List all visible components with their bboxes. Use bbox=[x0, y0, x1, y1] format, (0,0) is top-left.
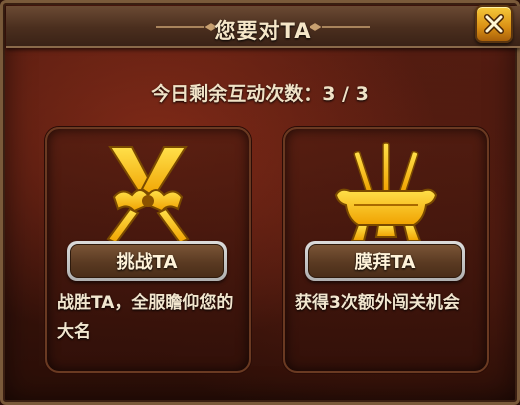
title-ornament-right bbox=[310, 23, 370, 31]
title-bar: 您要对TA bbox=[6, 6, 520, 48]
close-icon bbox=[484, 14, 504, 34]
challenge-button[interactable]: 挑战TA bbox=[67, 241, 227, 281]
remaining-count-text: 今日剩余互动次数：3 / 3 bbox=[151, 83, 369, 105]
challenge-button-label: 挑战TA bbox=[70, 244, 224, 278]
worship-button[interactable]: 膜拜TA bbox=[305, 241, 465, 281]
worship-button-label: 膜拜TA bbox=[308, 244, 462, 278]
crossed-swords-icon bbox=[106, 146, 190, 245]
incense-burner-icon bbox=[334, 142, 438, 242]
challenge-description: 战胜TA，全服瞻仰您的大名 bbox=[57, 293, 234, 342]
close-button[interactable] bbox=[475, 5, 513, 43]
interaction-dialog: 您要对TA 今日剩余互动次数：3 / 3 挑战TA 战胜TA，全服瞻仰您的大名 … bbox=[0, 0, 520, 405]
challenge-card: 挑战TA 战胜TA，全服瞻仰您的大名 bbox=[45, 127, 251, 373]
dialog-title: 您要对TA bbox=[214, 19, 312, 43]
worship-description: 获得3次额外闯关机会 bbox=[295, 293, 460, 313]
worship-card: 膜拜TA 获得3次额外闯关机会 bbox=[283, 127, 489, 373]
